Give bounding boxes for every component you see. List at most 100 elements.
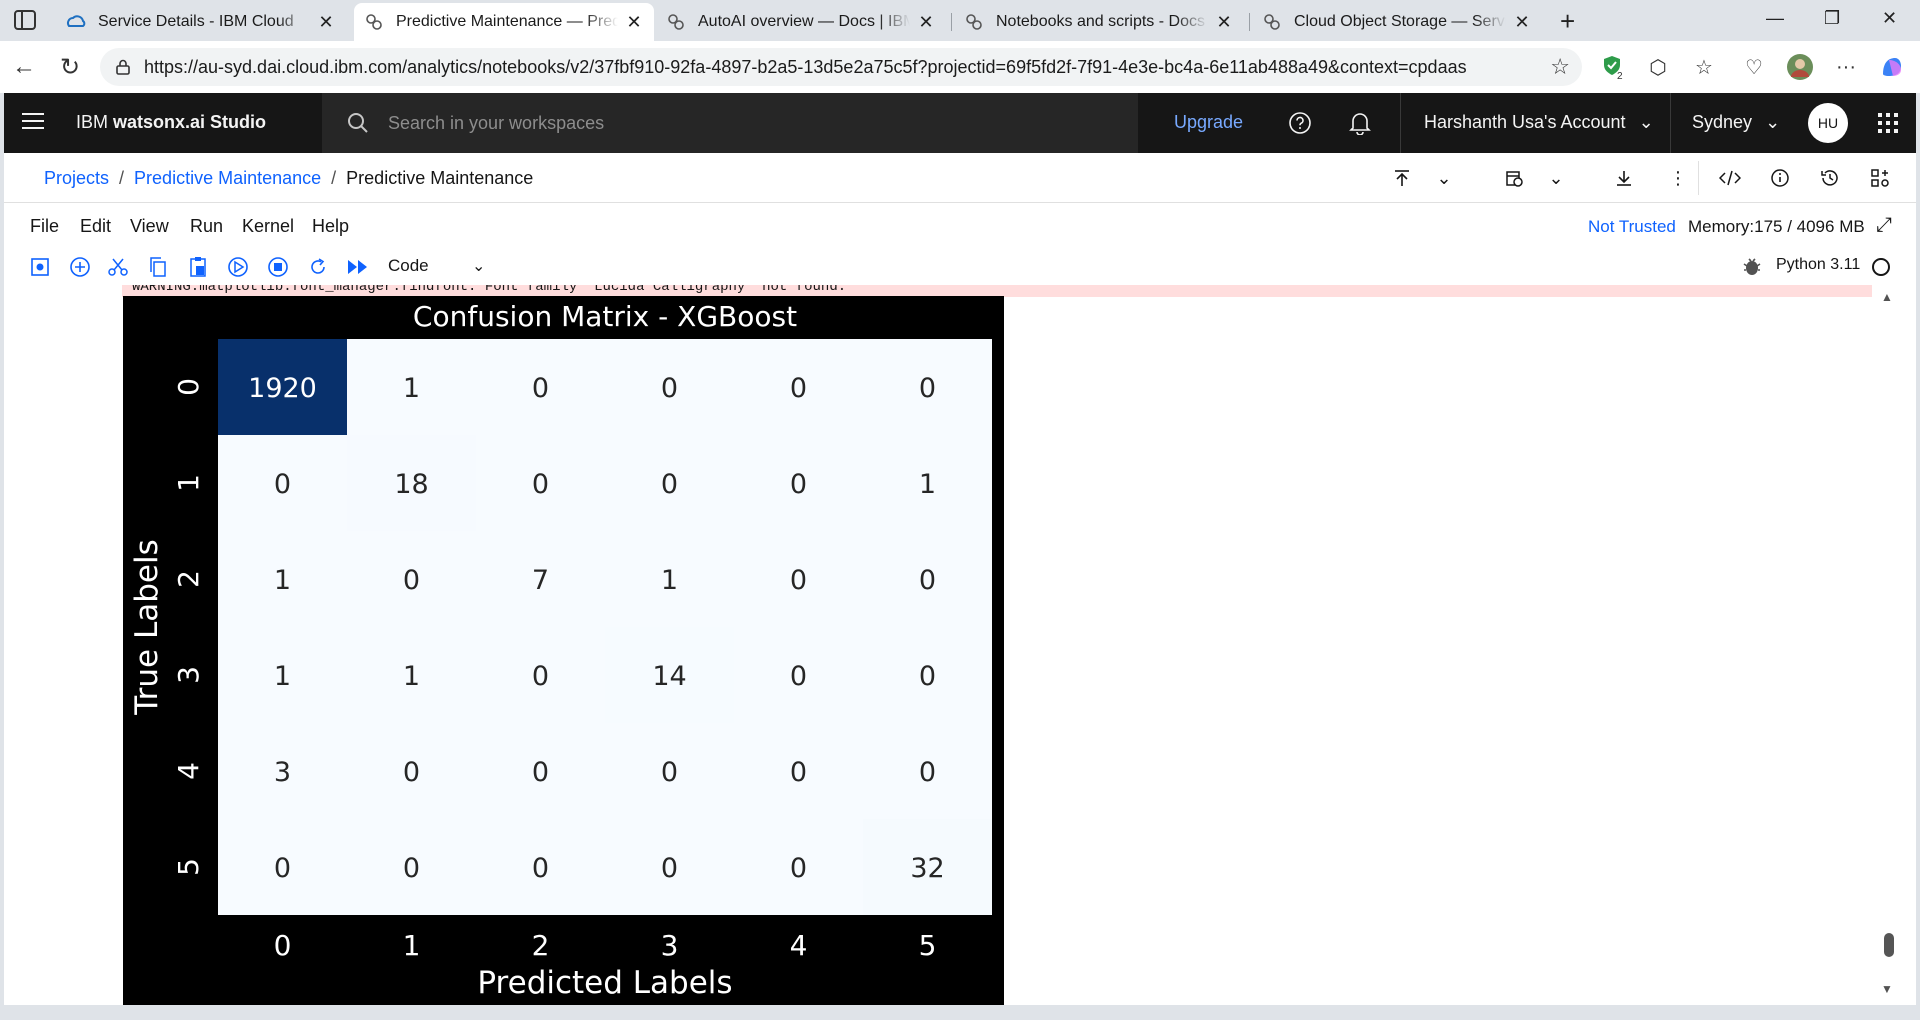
breadcrumb-projects[interactable]: Projects — [44, 168, 109, 188]
close-icon[interactable]: ✕ — [1512, 12, 1532, 33]
fullscreen-icon[interactable]: ⤢ — [1876, 214, 1892, 237]
scrollbar-thumb[interactable] — [1884, 933, 1894, 957]
search-input[interactable] — [388, 112, 1088, 134]
new-tab-icon[interactable]: + — [1560, 6, 1575, 37]
cell-value-label: 3 — [274, 757, 291, 788]
notebook-toolbar: Code ⌄ Python 3.11 — [4, 249, 1916, 285]
kernel-status-icon — [1872, 258, 1890, 276]
restart-kernel-icon[interactable] — [306, 255, 330, 279]
help-icon[interactable] — [1286, 109, 1314, 137]
menu-help[interactable]: Help — [312, 216, 349, 237]
data-assets-icon[interactable] — [1868, 166, 1892, 190]
cell-value-label: 0 — [661, 373, 678, 404]
more-options-icon[interactable]: ··· — [1832, 53, 1860, 81]
profile-avatar-icon[interactable] — [1786, 53, 1814, 81]
overflow-menu-icon[interactable]: ⋮ — [1666, 166, 1690, 190]
information-icon[interactable] — [1768, 166, 1792, 190]
product-brand[interactable]: IBM watsonx.ai Studio — [76, 112, 266, 133]
minimize-icon[interactable]: — — [1766, 8, 1784, 29]
user-avatar[interactable]: HU — [1808, 103, 1848, 143]
cell-value-label: 0 — [274, 469, 291, 500]
notifications-icon[interactable] — [1346, 109, 1374, 137]
upgrade-link[interactable]: Upgrade — [1174, 112, 1243, 133]
version-history-icon[interactable] — [1818, 166, 1842, 190]
account-label: Harshanth Usa's Account — [1424, 112, 1626, 132]
y-tick-label: 1 — [172, 474, 205, 492]
header-divider — [1670, 93, 1671, 153]
code-snippets-icon[interactable] — [1718, 166, 1742, 190]
scroll-up-icon[interactable]: ▲ — [1881, 290, 1893, 304]
close-icon[interactable]: ✕ — [1214, 12, 1234, 33]
cell-value-label: 0 — [532, 853, 549, 884]
browser-tab-cloud-object-storage[interactable]: Cloud Object Storage — Services ✕ — [1252, 3, 1542, 41]
breadcrumb-bar: Projects / Predictive Maintenance / Predicti… — [4, 153, 1916, 203]
chevron-down-icon[interactable]: ⌄ — [1432, 166, 1456, 190]
close-icon[interactable]: ✕ — [316, 12, 336, 33]
brand-name: watsonx.ai Studio — [113, 112, 267, 132]
chevron-down-icon[interactable]: ⌄ — [472, 256, 485, 276]
browser-tab-strip: Service Details - IBM Cloud ✕ Predictive… — [0, 0, 1920, 41]
cell-value-label: 0 — [790, 565, 807, 596]
browser-tab-autoai-overview[interactable]: AutoAI overview — Docs | IBM watsonx ✕ — [656, 3, 946, 41]
menu-icon[interactable] — [22, 113, 44, 131]
chevron-down-icon: ⌄ — [1765, 112, 1781, 132]
region-switcher[interactable]: Sydney ⌄ — [1692, 112, 1780, 133]
debugger-icon[interactable] — [1742, 255, 1762, 282]
url-field[interactable]: https://au-syd.dai.cloud.ibm.com/analyti… — [100, 48, 1582, 86]
cut-icon[interactable] — [106, 255, 130, 279]
stop-icon[interactable] — [266, 255, 290, 279]
copilot-icon[interactable] — [1878, 53, 1906, 81]
chevron-down-icon[interactable]: ⌄ — [1544, 166, 1568, 190]
app-switcher-icon[interactable] — [1878, 113, 1898, 133]
tab-title: Service Details - IBM Cloud — [98, 13, 294, 30]
close-icon[interactable]: ✕ — [624, 12, 644, 33]
save-icon[interactable] — [28, 255, 52, 279]
breadcrumb-project[interactable]: Predictive Maintenance — [134, 168, 321, 188]
browser-tab-notebooks-docs[interactable]: Notebooks and scripts - Docs | IBM ✕ — [954, 3, 1244, 41]
kernel-name[interactable]: Python 3.11 — [1776, 256, 1860, 274]
cell-type-select[interactable]: Code — [388, 256, 429, 276]
back-icon[interactable]: ← — [8, 51, 40, 83]
url-text: https://au-syd.dai.cloud.ibm.com/analyti… — [144, 56, 1467, 77]
menu-view[interactable]: View — [130, 216, 169, 237]
reload-icon[interactable]: ↻ — [54, 51, 86, 83]
browser-essentials-icon[interactable]: ♡ — [1740, 53, 1768, 81]
shield-extension-icon[interactable]: 2 — [1600, 53, 1628, 81]
download-icon[interactable] — [1612, 166, 1636, 190]
browser-tab-service-details[interactable]: Service Details - IBM Cloud ✕ — [56, 3, 346, 41]
menu-file[interactable]: File — [30, 216, 59, 237]
extensions-puzzle-icon[interactable]: ⬡ — [1644, 53, 1672, 81]
copy-icon[interactable] — [146, 255, 170, 279]
cell-value-label: 0 — [274, 853, 291, 884]
run-icon[interactable] — [226, 255, 250, 279]
account-switcher[interactable]: Harshanth Usa's Account ⌄ — [1424, 112, 1654, 133]
breadcrumb-current: Predictive Maintenance — [346, 168, 534, 188]
header-divider — [1400, 93, 1401, 153]
product-header: IBM watsonx.ai Studio Upgrade Harshanth … — [4, 93, 1916, 153]
restore-icon[interactable]: ❐ — [1824, 8, 1840, 29]
paste-icon[interactable] — [186, 255, 210, 279]
cell-value-label: 0 — [532, 469, 549, 500]
trust-status[interactable]: Not Trusted — [1588, 217, 1676, 237]
insert-cell-icon[interactable] — [68, 255, 92, 279]
schedule-job-icon[interactable] — [1502, 166, 1526, 190]
window-close-icon[interactable]: ✕ — [1882, 8, 1897, 29]
watsonx-icon — [364, 12, 384, 32]
site-info-icon[interactable] — [114, 58, 132, 76]
menu-edit[interactable]: Edit — [80, 216, 111, 237]
tab-actions-icon[interactable] — [14, 10, 36, 30]
menu-run[interactable]: Run — [190, 216, 223, 237]
close-icon[interactable]: ✕ — [916, 12, 936, 33]
notebook-menu-bar: File Edit View Run Kernel Help Not Trust… — [4, 203, 1916, 249]
scroll-down-icon[interactable]: ▼ — [1881, 982, 1893, 996]
cell-value-label: 1 — [274, 565, 291, 596]
favorite-star-icon[interactable]: ☆ — [1550, 54, 1570, 80]
extension-badge: 2 — [1617, 71, 1623, 80]
publish-icon[interactable] — [1390, 166, 1414, 190]
favorites-icon[interactable]: ☆ — [1690, 53, 1718, 81]
notebook-output-area: WARNING:matplotlib.font_manager:findfont… — [4, 285, 1916, 1005]
menu-kernel[interactable]: Kernel — [242, 216, 294, 237]
fast-forward-icon[interactable] — [346, 255, 370, 279]
confusion-matrix-svg: 1920 1 0 0 0 00 18 0 0 0 11 0 7 1 0 01 1 0 14 0 03 0 0 0 0 00 0 0 0 0… — [129, 300, 992, 1001]
browser-tab-predictive-maintenance[interactable]: Predictive Maintenance — Predictive ✕ — [354, 3, 654, 41]
